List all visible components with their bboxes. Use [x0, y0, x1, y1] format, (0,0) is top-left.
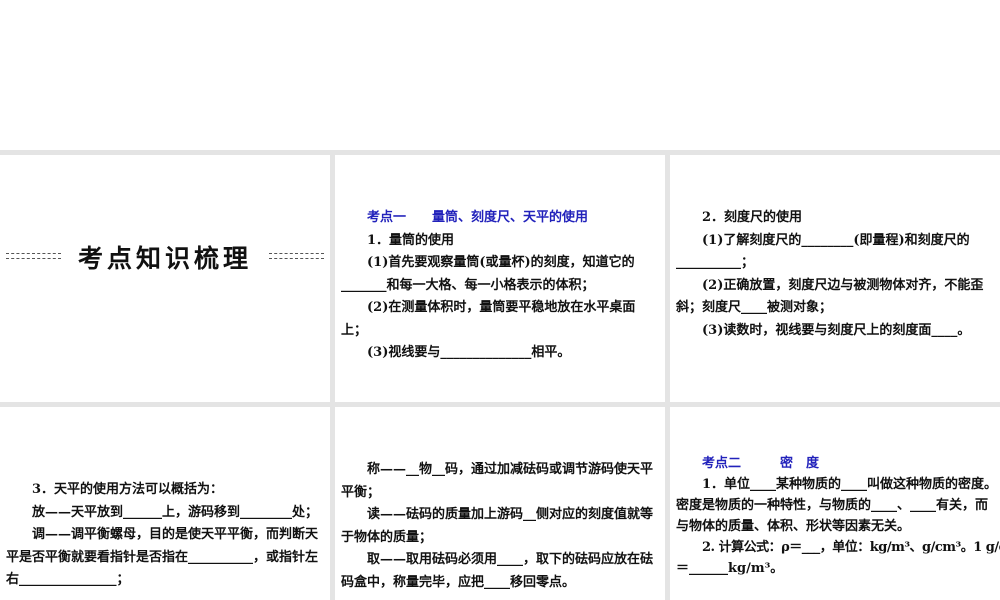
line: 读——砝码的质量加上游码__侧对应的刻度值就等于物体的质量；: [341, 507, 654, 545]
line: 2．刻度尺的使用: [702, 210, 803, 225]
slide-balance-1[interactable]: 3．天平的使用方法可以概括为： 放——天平放到______上，游码移到_____…: [0, 407, 330, 600]
line: 调——调平衡螺母，目的是使天平平衡，而判断天平是否平衡就要看指针是否指在____…: [6, 527, 319, 587]
line: (1)了解刻度尺的________(即量程)和刻度尺的__________；: [676, 232, 970, 271]
line: 称——__物__码，通过加减砝码或调节游码使天平平衡；: [341, 462, 654, 500]
blank-header-area: [0, 0, 1000, 150]
line: 2. 计算公式：ρ＝___，单位：kg/m³、g/cm³。1 g/cm³: [702, 540, 1000, 555]
line: (1)首先要观察量筒(或量杯)的刻度，知道它的_______和每一大格、每一小格…: [341, 255, 635, 293]
line: (3)读数时，视线要与刻度尺上的刻度面____。: [702, 322, 971, 338]
line: (3)视线要与______________相平。: [367, 345, 571, 360]
slide-balance-2[interactable]: 称——__物__码，通过加减砝码或调节游码使天平平衡； 读——砝码的质量加上游码…: [335, 407, 665, 600]
slide-section-title[interactable]: 考点知识梳理: [0, 155, 330, 402]
line: 1．量筒的使用: [367, 232, 455, 248]
line: 放——天平放到______上，游码移到________处；: [32, 504, 319, 520]
right-dashed-divider: [269, 253, 324, 259]
line: 3．天平的使用方法可以概括为：: [32, 482, 224, 497]
line: ＝______kg/m³。: [676, 561, 784, 576]
line: 1．单位____某种物质的____叫做这种物质的密度。密度是物质的一种特性，与物…: [676, 477, 998, 534]
line: 取——取用砝码必须用____，取下的砝码应放在砝码盒中，称量完毕，应把____移…: [341, 552, 654, 590]
slide-kaodian-1[interactable]: 考点一 量筒、刻度尺、天平的使用 1．量筒的使用 (1)首先要观察量筒(或量杯)…: [335, 155, 665, 402]
line: (2)正确放置，刻度尺边与被测物体对齐，不能歪斜；刻度尺____被测对象；: [676, 277, 984, 316]
slide-ruler[interactable]: 2．刻度尺的使用 (1)了解刻度尺的________(即量程)和刻度尺的____…: [670, 155, 1000, 402]
heading: 考点二 密 度: [702, 456, 820, 471]
line: (2)在测量体积时，量筒要平稳地放在水平桌面上；: [341, 300, 636, 338]
slide-kaodian-2[interactable]: 考点二 密 度 1．单位____某种物质的____叫做这种物质的密度。密度是物质…: [670, 407, 1000, 600]
heading: 考点一 量筒、刻度尺、天平的使用: [367, 210, 589, 225]
